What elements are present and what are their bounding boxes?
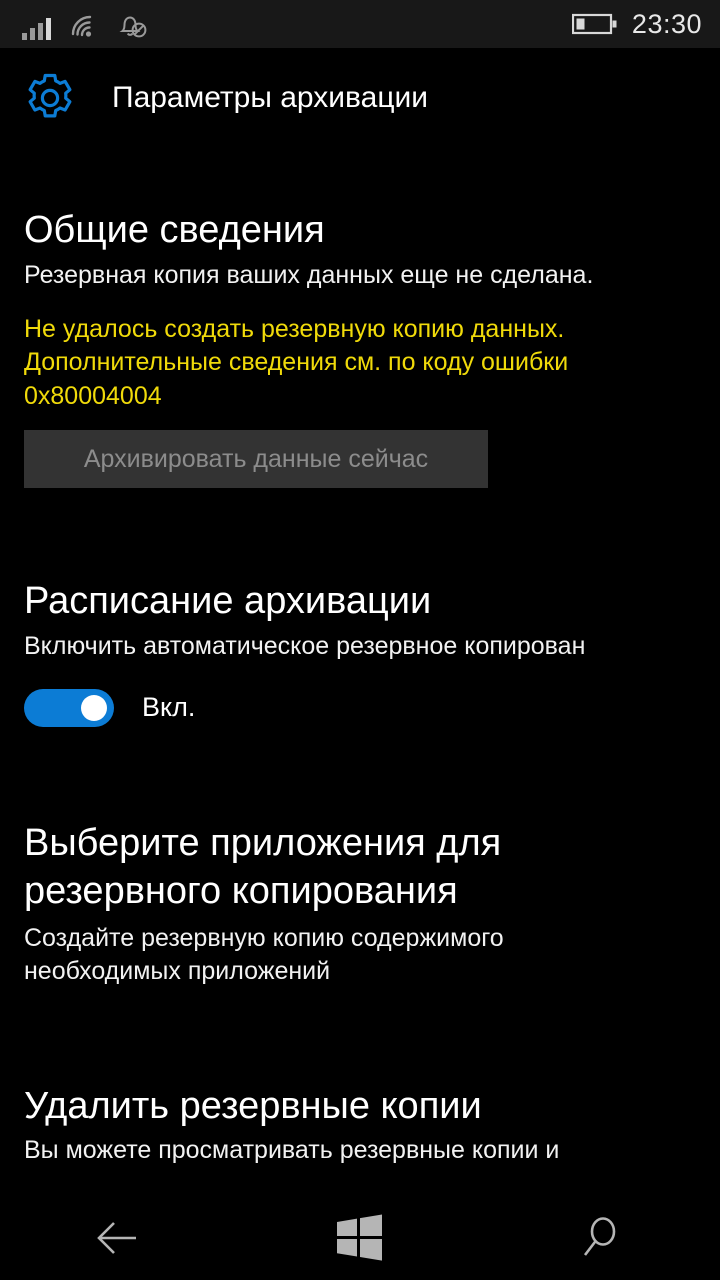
bell-disabled-icon — [117, 12, 149, 40]
page-title: Параметры архивации — [112, 81, 429, 114]
system-navigation-bar — [0, 1200, 720, 1280]
settings-content: Общие сведения Резервная копия ваших дан… — [0, 148, 720, 1200]
nav-search-button[interactable] — [480, 1200, 720, 1280]
toggle-knob — [81, 694, 107, 721]
gear-icon — [22, 70, 78, 126]
delete-backups-heading: Удалить резервные копии — [24, 1084, 482, 1127]
status-bar-left-icons — [22, 8, 149, 40]
windows-logo-icon — [335, 1214, 385, 1267]
search-icon — [577, 1214, 623, 1267]
signal-bars-icon — [22, 18, 51, 40]
backup-now-button[interactable]: Архивировать данные сейчас — [24, 429, 488, 488]
overview-error-message: Не удалось создать резервную копию данны… — [24, 314, 569, 411]
choose-apps-heading: Выберите приложения для резервного копир… — [24, 821, 502, 913]
overview-heading: Общие сведения — [24, 209, 325, 251]
nav-back-button[interactable] — [0, 1200, 240, 1280]
status-bar-clock: 23:30 — [631, 8, 702, 39]
status-bar-right-icons: 23:30 — [571, 8, 702, 39]
section-choose-apps[interactable]: Выберите приложения для резервного копир… — [0, 819, 720, 988]
auto-backup-toggle-label: Вкл. — [142, 692, 196, 722]
status-bar: 23:30 — [0, 0, 720, 48]
section-overview: Общие сведения Резервная копия ваших дан… — [0, 206, 720, 488]
delete-backups-subtitle: Вы можете просматривать резервные копии … — [24, 1136, 560, 1165]
wifi-icon — [69, 14, 99, 40]
choose-apps-subtitle: Создайте резервную копию содержимого нео… — [24, 923, 504, 985]
back-arrow-icon — [92, 1215, 148, 1266]
overview-subtitle: Резервная копия ваших данных еще не сдел… — [24, 260, 594, 289]
app-header: Параметры архивации — [0, 48, 720, 148]
nav-home-button[interactable] — [240, 1200, 480, 1280]
section-schedule: Расписание архивации Включить автоматиче… — [0, 577, 720, 727]
section-delete-backups[interactable]: Удалить резервные копии Вы можете просма… — [0, 1082, 720, 1168]
schedule-heading: Расписание архивации — [24, 579, 432, 622]
auto-backup-toggle-row[interactable]: Вкл. — [24, 688, 720, 727]
schedule-subtitle: Включить автоматическое резервное копиро… — [24, 631, 586, 660]
auto-backup-toggle[interactable] — [24, 688, 114, 727]
battery-low-icon — [571, 12, 618, 36]
